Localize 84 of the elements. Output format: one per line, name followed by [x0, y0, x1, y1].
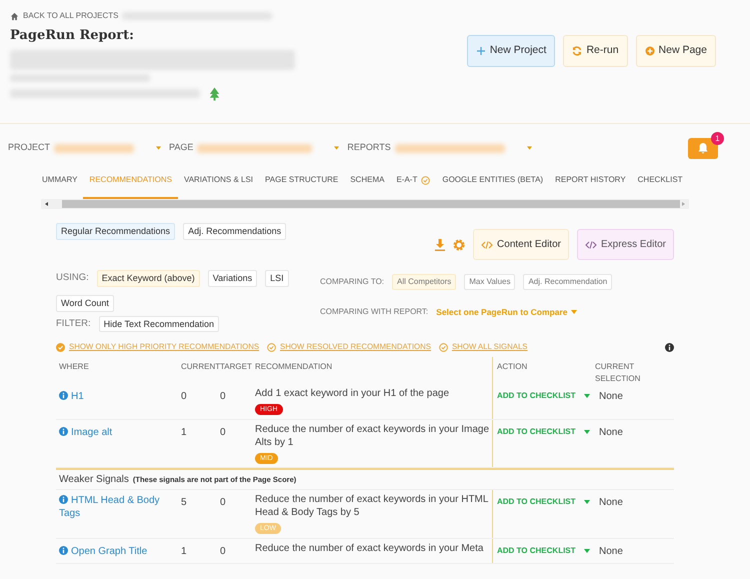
back-link[interactable]: BACK TO ALL PROJECTS [23, 10, 118, 22]
option-chip[interactable]: LSI [265, 270, 289, 287]
column-header: CURRENT SELECTION [595, 361, 642, 384]
tab[interactable]: SCHEMA [344, 174, 390, 199]
current-value: 1 [181, 546, 187, 557]
caret-icon [584, 394, 590, 398]
plus-icon [476, 46, 486, 56]
recommendation-text: Reduce the number of exact keywords in your Image Alts by 1 [255, 422, 490, 449]
tab[interactable]: UMMARY [36, 174, 84, 199]
rerun-button[interactable]: Re-run [563, 35, 628, 67]
option-chip[interactable]: Adj. Recommendation [523, 274, 612, 290]
recommendation-type-toggle[interactable]: Adj. Recommendations [183, 223, 286, 240]
tab[interactable]: CHECKLIST [632, 174, 689, 199]
caret-icon[interactable] [526, 146, 532, 150]
column-header: CURRENT [181, 361, 220, 374]
info-icon [59, 391, 68, 400]
caret-icon [584, 548, 590, 553]
info-icon [59, 495, 68, 504]
new-page-button[interactable]: New Page [636, 35, 716, 67]
caret-icon[interactable] [156, 146, 162, 150]
column-header: TARGET [220, 361, 253, 374]
code-icon [481, 240, 494, 250]
report-title: PageRun Report: [10, 27, 135, 45]
where-link[interactable]: Image alt [59, 426, 112, 439]
code-icon [584, 240, 597, 250]
target-value: 0 [220, 426, 226, 438]
selector-label: PAGE [169, 141, 194, 154]
notifications-button[interactable] [688, 138, 718, 158]
option-chip[interactable]: Word Count [56, 294, 114, 312]
where-link[interactable]: HTML Head & Body Tags [59, 494, 178, 520]
refresh-icon [572, 46, 582, 56]
selector-label: REPORTS [347, 141, 391, 154]
recommendation-text: Reduce the number of exact keywords in your HTML Head & Body Tags by 5 [255, 493, 490, 520]
caret-icon [584, 430, 590, 434]
content-editor-button[interactable]: Content Editor [473, 229, 569, 260]
selection-value: None [599, 426, 623, 438]
info-icon [665, 342, 674, 352]
option-label: COMPARING TO: [320, 276, 384, 288]
option-chip[interactable]: Hide Text Recommendation [98, 316, 220, 332]
selection-value: None [599, 391, 623, 402]
express-editor-button[interactable]: Express Editor [576, 229, 674, 260]
target-value: 0 [220, 391, 226, 402]
caret-icon [584, 500, 590, 504]
notification-count: 1 [711, 132, 724, 144]
bell-icon [697, 142, 709, 154]
group-title: Weaker Signals [59, 473, 129, 486]
info-icon [59, 546, 68, 555]
column-header: ACTION [492, 357, 595, 384]
where-link[interactable]: H1 [59, 390, 84, 404]
target-value: 0 [220, 497, 226, 508]
caret-icon[interactable] [334, 146, 340, 150]
home-icon [10, 12, 19, 20]
tab[interactable]: E-A-T [390, 174, 436, 199]
tree-icon [208, 86, 221, 102]
target-value: 0 [220, 546, 226, 557]
option-chip[interactable]: Variations [208, 270, 258, 287]
selection-value: None [599, 546, 623, 557]
selection-value: None [599, 497, 623, 508]
caret-icon [571, 310, 578, 314]
tab[interactable]: VARIATIONS & LSI [178, 174, 260, 199]
recommendation-text: Reduce the number of exact keywords in your Meta [255, 542, 484, 555]
recommendation-text: Add 1 exact keyword in your H1 of the page [255, 387, 450, 400]
recommendation-type-toggle[interactable]: Regular Recommendations [56, 223, 176, 240]
plus-circle-icon [644, 46, 655, 56]
download-icon [435, 238, 446, 250]
option-label: COMPARING WITH REPORT: [320, 306, 428, 318]
current-value: 5 [181, 497, 187, 508]
option-label: FILTER: [56, 316, 91, 331]
current-value: 0 [181, 391, 187, 402]
tab[interactable]: PAGE STRUCTURE [259, 174, 344, 199]
info-icon [59, 426, 68, 436]
column-header: RECOMMENDATION [255, 361, 334, 374]
selector-label: PROJECT [8, 141, 50, 154]
tab[interactable]: REPORT HISTORY [549, 174, 632, 199]
new-project-button[interactable]: New Project [466, 35, 556, 67]
settings-icon [453, 238, 466, 250]
option-chip[interactable]: Max Values [464, 274, 516, 290]
tab[interactable]: GOOGLE ENTITIES (BETA) [436, 174, 550, 199]
current-value: 1 [181, 426, 187, 438]
where-link[interactable]: Open Graph Title [59, 544, 148, 558]
option-label: USING: [56, 271, 89, 286]
column-header: WHERE [58, 361, 90, 374]
option-chip[interactable]: All Competitors [392, 274, 456, 290]
option-chip[interactable]: Exact Keyword (above) [96, 270, 200, 287]
